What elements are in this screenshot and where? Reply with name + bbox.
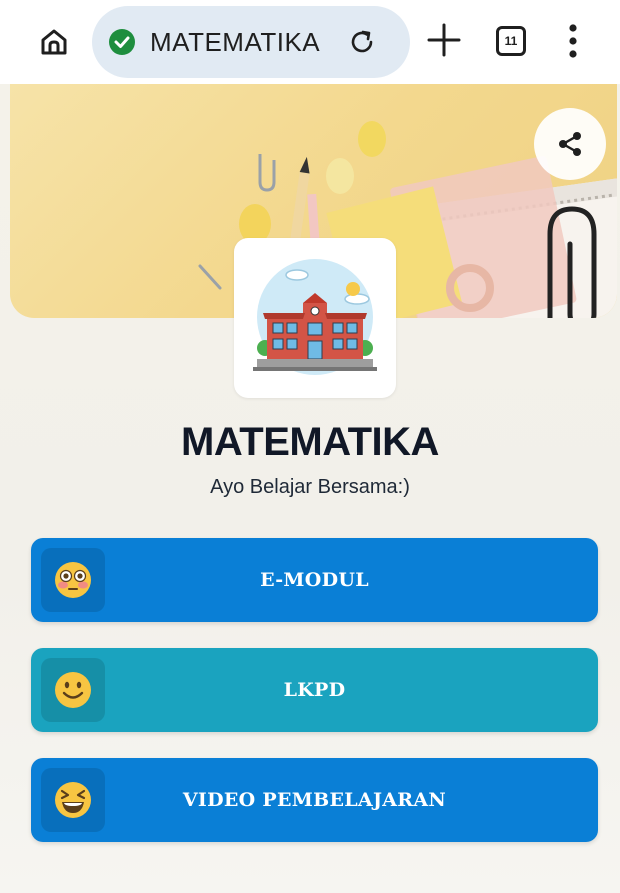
share-button[interactable] (534, 108, 606, 180)
browser-toolbar: MATEMATIKA 11 (0, 0, 620, 84)
address-bar[interactable]: MATEMATIKA (92, 6, 410, 78)
page-content: MATEMATIKA Ayo Belajar Bersama:) E-MODUL (0, 84, 620, 893)
new-tab-icon[interactable] (426, 22, 462, 58)
page-subtitle: Ayo Belajar Bersama:) (210, 476, 410, 498)
link-label[interactable]: VIDEO PEMBELAJARAN (31, 758, 598, 842)
link-label[interactable]: LKPD (31, 648, 598, 732)
school-building-icon (253, 259, 377, 375)
share-icon (559, 132, 581, 156)
home-icon[interactable] (36, 24, 72, 60)
more-options-icon[interactable] (560, 22, 586, 60)
page-title: MATEMATIKA (181, 420, 439, 464)
tab-switcher-button[interactable]: 11 (496, 26, 526, 56)
secure-shield-icon[interactable] (108, 28, 136, 56)
lkpd-link-button[interactable]: LKPD (31, 648, 598, 732)
page-url-title[interactable]: MATEMATIKA (150, 28, 320, 56)
video-pembelajaran-link-button[interactable]: VIDEO PEMBELAJARAN (31, 758, 598, 842)
tab-count: 11 (504, 34, 518, 48)
reload-icon[interactable] (346, 26, 378, 58)
e-modul-link-button[interactable]: E-MODUL (31, 538, 598, 622)
link-label[interactable]: E-MODUL (31, 538, 598, 622)
profile-avatar (234, 238, 396, 398)
